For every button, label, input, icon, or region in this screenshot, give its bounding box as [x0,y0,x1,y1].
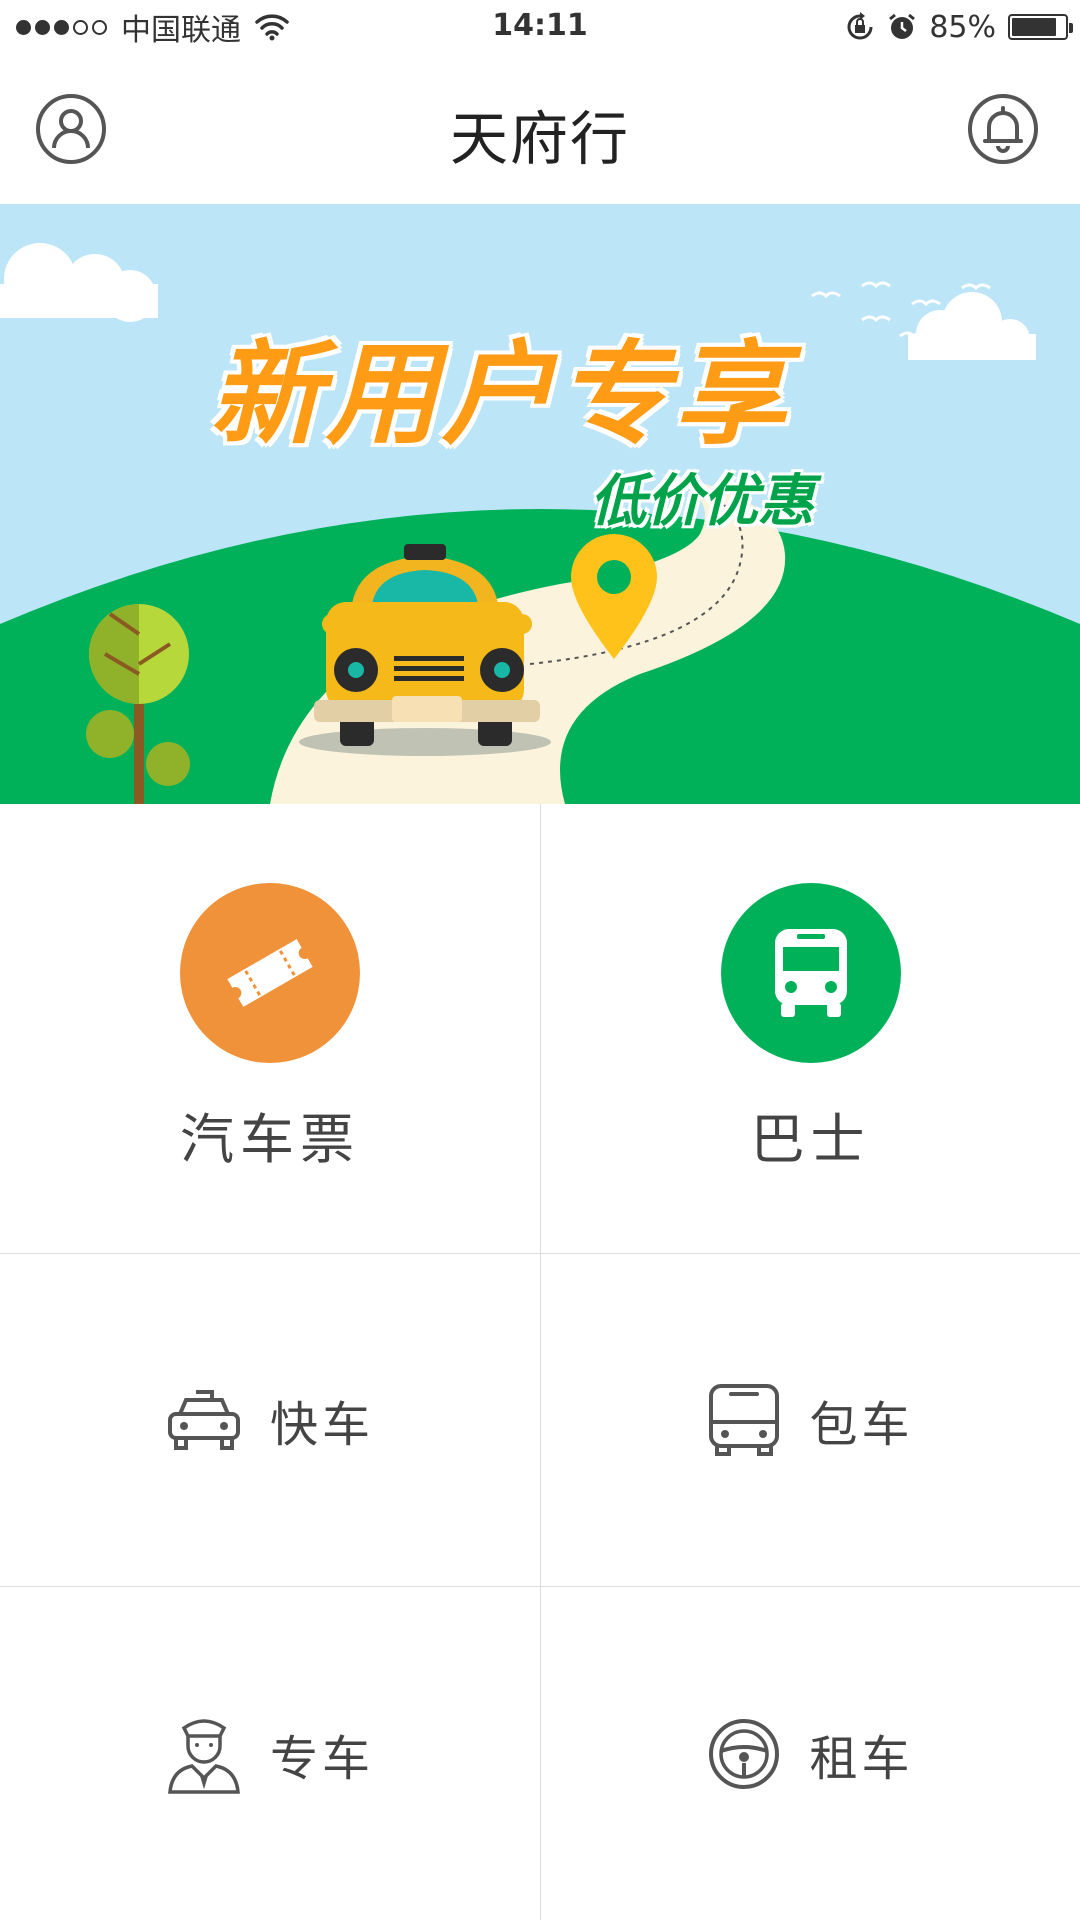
ticket-icon [227,939,313,1007]
page-title: 天府行 [449,105,630,173]
notifications-button[interactable] [968,94,1038,164]
driver-icon [168,1718,240,1794]
bell-icon [983,106,1023,153]
service-label: 巴士 [750,1108,871,1171]
service-label: 汽车票 [180,1108,360,1171]
service-label: 租车 [809,1730,914,1787]
battery-percent: 85% [929,9,996,45]
banner-subtitle: 低价优惠 [590,469,814,534]
service-express[interactable]: 快车 [0,1254,540,1586]
service-label: 专车 [269,1730,374,1787]
status-right: 85% [845,8,1073,46]
status-bar: 中国联通 14:11 85% [0,0,1080,54]
alarm-icon [889,13,916,39]
banner-title: 新用户专享 [210,330,790,460]
nav-bar: 天府行 [0,54,1080,204]
service-bus[interactable]: 巴士 [541,804,1080,1253]
rotation-lock-icon [847,12,873,40]
service-premium[interactable]: 专车 [0,1587,540,1920]
service-bus-ticket[interactable]: 汽车票 [0,804,540,1253]
services-grid: 汽车票 巴士 快车 包车 专车 租车 [0,804,1080,1920]
bus-ticket-icon-circle [180,883,360,1063]
banner-illustration [0,204,1080,804]
car-icon [167,1390,240,1450]
bus-icon [774,929,847,1017]
service-label: 包车 [809,1397,914,1453]
service-charter[interactable]: 包车 [541,1254,1080,1586]
bus-outline-icon [709,1384,780,1456]
battery-icon [1008,14,1073,40]
bus-icon-circle [720,883,901,1063]
service-rental[interactable]: 租车 [541,1587,1080,1920]
promo-banner[interactable]: 新用户专享 低价优惠 [0,204,1080,804]
service-label: 快车 [269,1397,374,1453]
steering-wheel-icon [709,1718,780,1789]
